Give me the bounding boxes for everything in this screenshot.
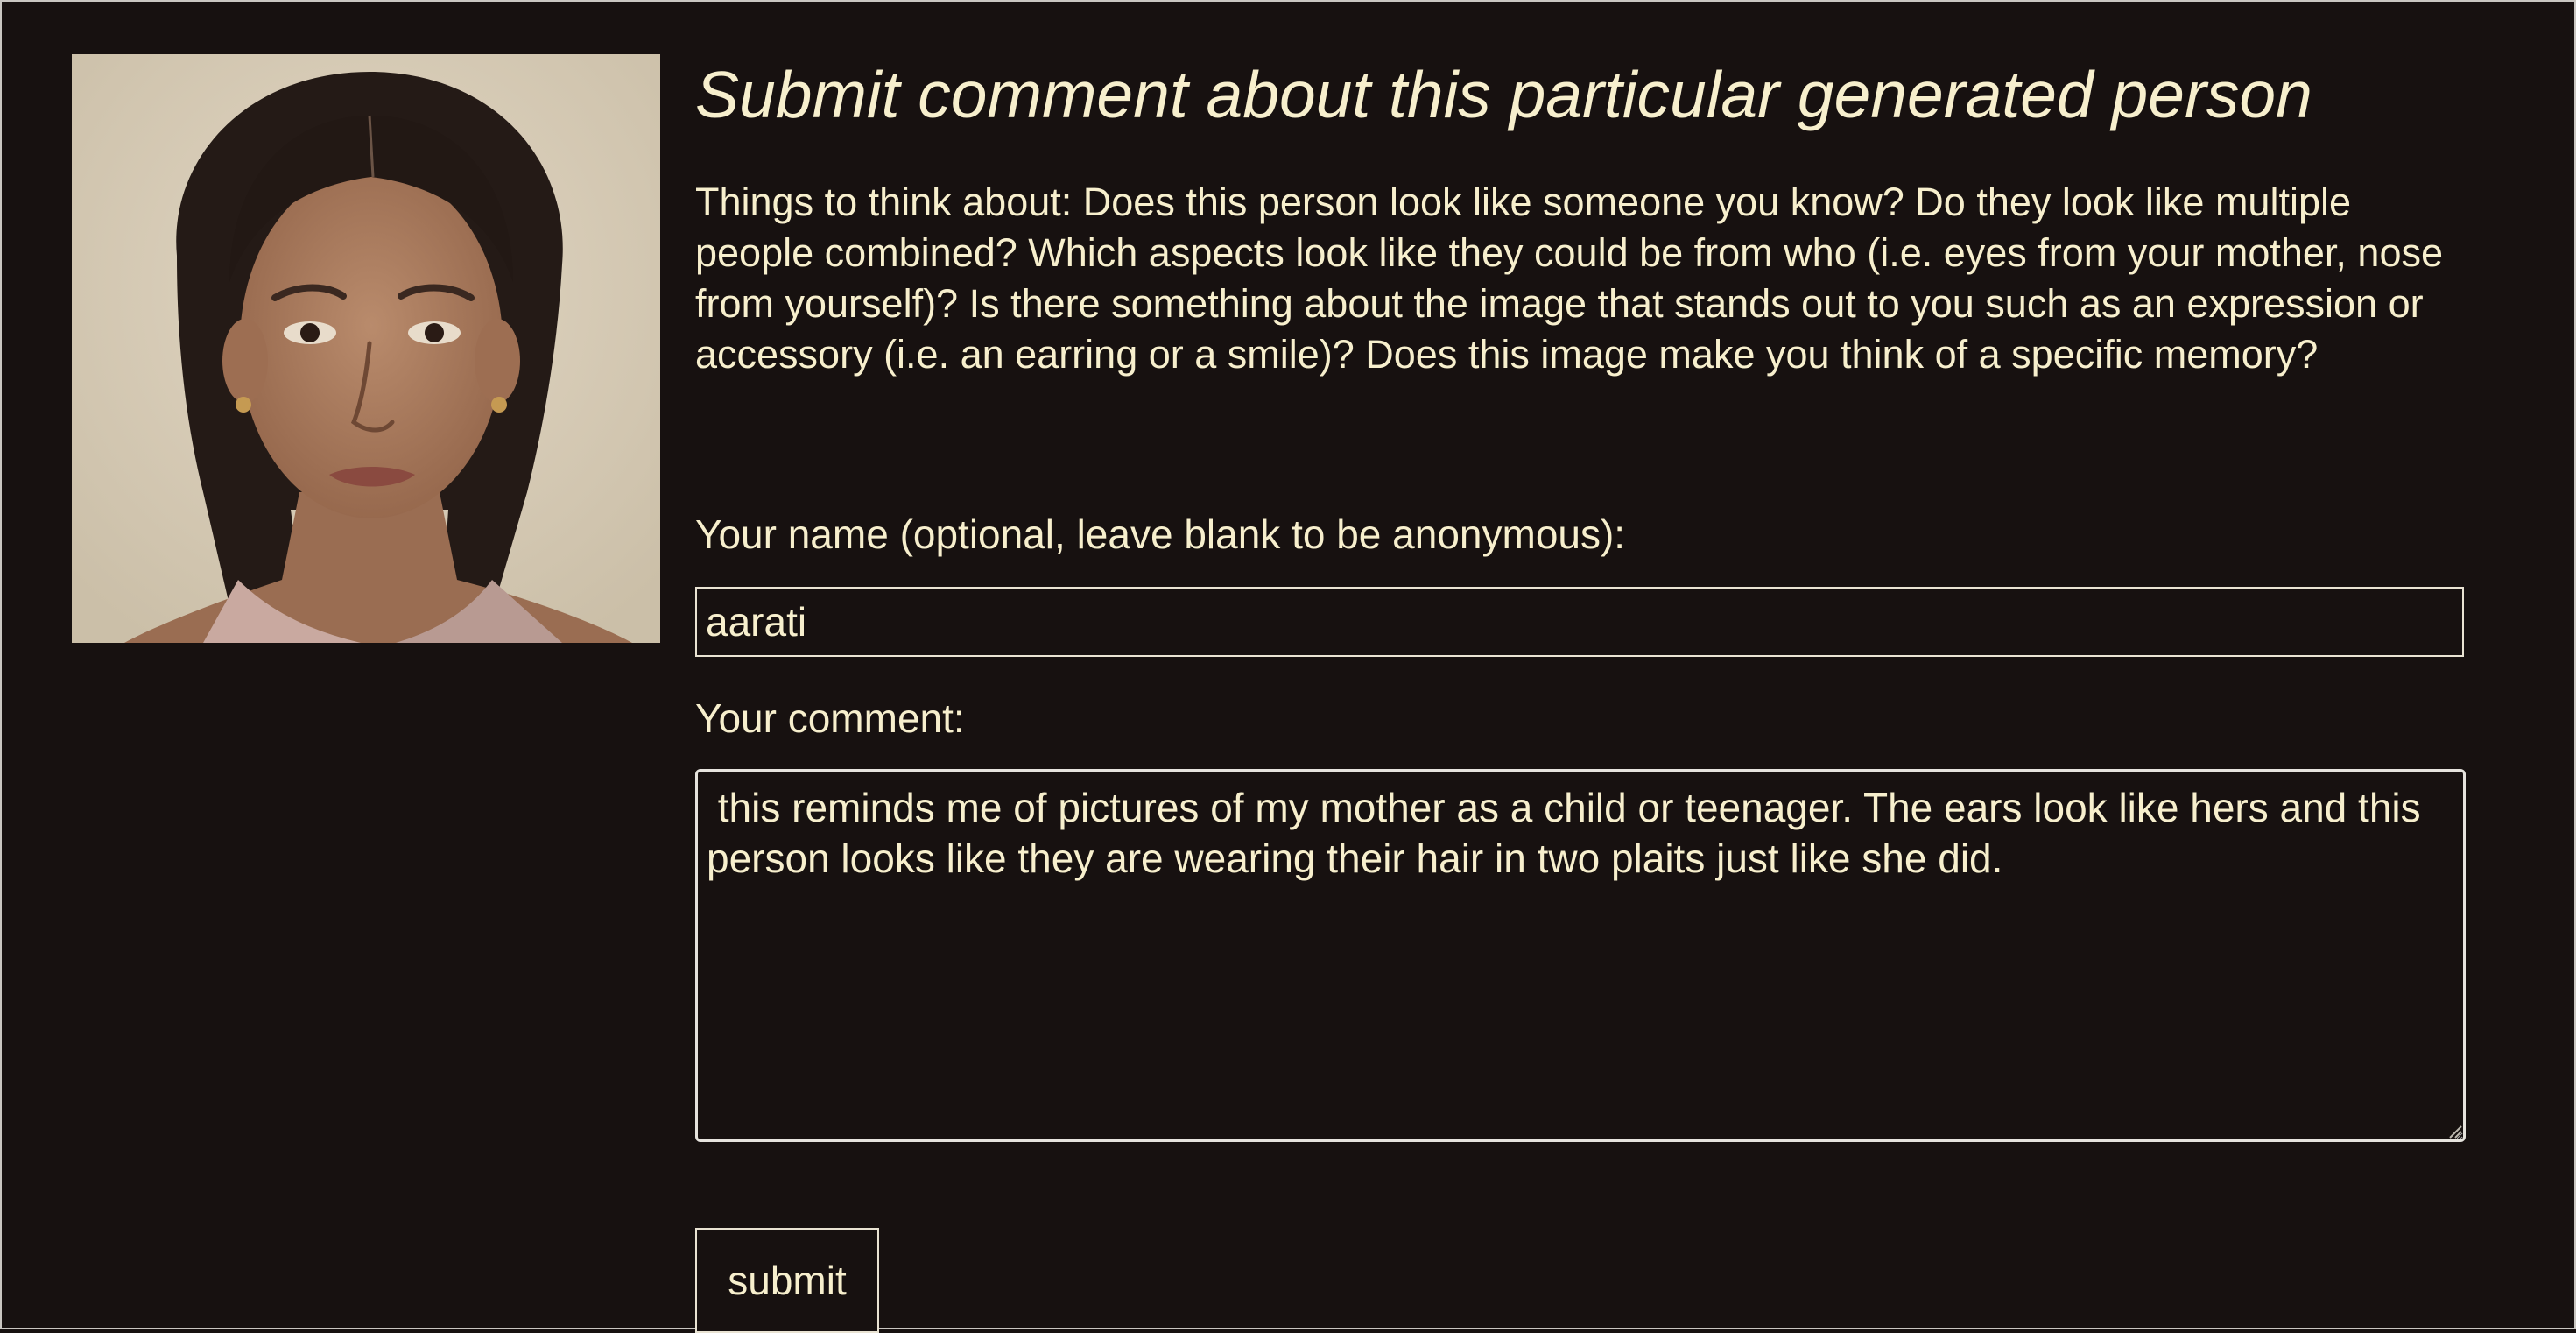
comment-label: Your comment:: [695, 695, 965, 741]
comment-textarea[interactable]: this reminds me of pictures of my mother…: [695, 769, 2466, 1142]
prompt-text: Things to think about: Does this person …: [695, 180, 2443, 377]
name-input[interactable]: [695, 587, 2464, 657]
generated-person-image: [72, 54, 660, 643]
page-frame: Submit comment about this particular gen…: [0, 0, 2576, 1333]
resize-grip-icon[interactable]: [2446, 1123, 2462, 1139]
portrait-illustration: [72, 54, 660, 643]
name-label: Your name (optional, leave blank to be a…: [695, 511, 1626, 557]
comment-form: Submit comment about this particular gen…: [695, 53, 2466, 1333]
submit-button[interactable]: submit: [695, 1228, 879, 1333]
page-title: Submit comment about this particular gen…: [695, 58, 2312, 131]
